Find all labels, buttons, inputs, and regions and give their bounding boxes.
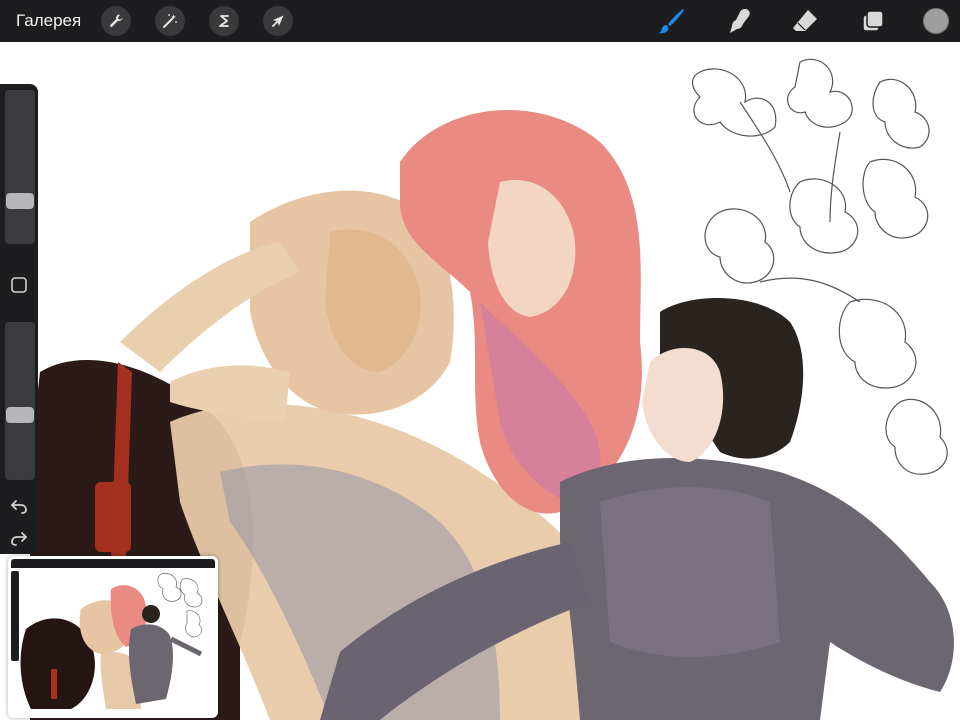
undo-button[interactable] <box>9 496 29 516</box>
selection-s-icon <box>219 15 229 27</box>
redo-icon <box>11 532 27 546</box>
opacity-slider[interactable] <box>5 322 35 480</box>
eraser-icon <box>793 10 817 31</box>
eraser-tool[interactable] <box>790 7 820 35</box>
smudge-tool[interactable] <box>725 7 755 35</box>
color-picker-button[interactable] <box>923 8 949 34</box>
transform-button[interactable] <box>263 6 293 36</box>
brush-tool[interactable] <box>656 7 686 35</box>
selection-button[interactable] <box>209 6 239 36</box>
brush-size-slider-thumb[interactable] <box>6 192 34 209</box>
arrow-cursor-icon <box>272 15 284 27</box>
undo-icon <box>11 500 27 514</box>
opacity-slider-thumb[interactable] <box>6 406 34 423</box>
wrench-icon <box>110 14 123 28</box>
redo-button[interactable] <box>9 528 29 548</box>
layers-button[interactable] <box>857 7 887 35</box>
reference-image <box>11 559 215 715</box>
magic-wand-icon <box>163 14 177 28</box>
modify-button[interactable] <box>10 276 28 294</box>
gallery-button[interactable]: Галерея <box>16 10 81 32</box>
brush-icon <box>658 9 684 34</box>
top-toolbar: Галерея <box>0 0 960 42</box>
left-sidebar <box>0 84 38 554</box>
smudge-icon <box>730 9 750 33</box>
actions-button[interactable] <box>101 6 131 36</box>
reference-window[interactable] <box>8 556 218 718</box>
adjustments-button[interactable] <box>155 6 185 36</box>
brush-size-slider[interactable] <box>5 90 35 244</box>
layers-icon <box>862 10 884 32</box>
square-icon <box>11 277 27 293</box>
